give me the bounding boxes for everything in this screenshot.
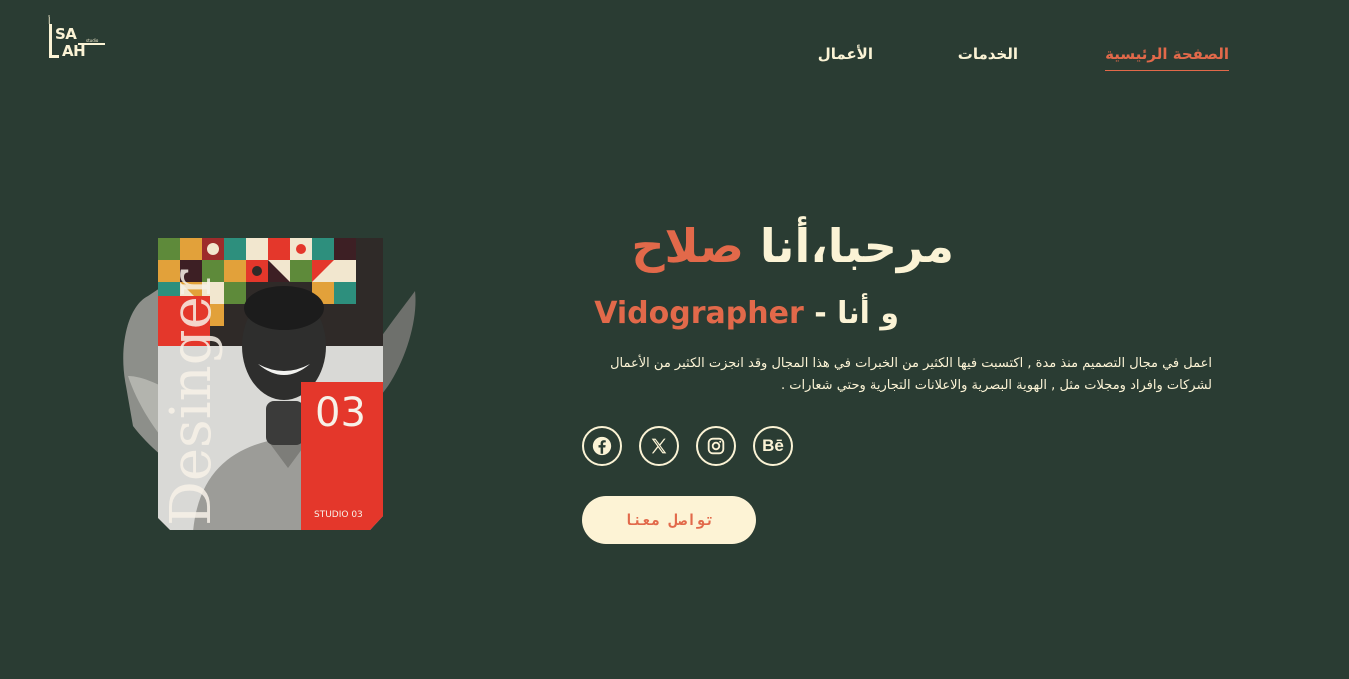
hero-subtitle-role: Vidographer (594, 296, 804, 331)
x-icon (651, 438, 667, 454)
hero-subtitle-prefix: و أنا - (803, 296, 899, 331)
instagram-link[interactable] (696, 426, 736, 466)
poster-studio-label: STUDIO 03 (314, 510, 363, 520)
logo[interactable]: أ SA studio AH (48, 18, 108, 62)
hero-subtitle: و أنا - Vidographer (594, 294, 899, 334)
hero-title: مرحبا،أنا صلاح (631, 216, 954, 276)
logo-text-bottom: AH (62, 42, 86, 60)
poster-vertical-word: Desinger (159, 269, 224, 526)
hero-title-prefix: مرحبا،أنا (759, 219, 954, 273)
facebook-icon (592, 436, 612, 456)
logo-tiny-text: studio (86, 38, 99, 43)
social-links: Bē (582, 426, 793, 466)
nav-works-link[interactable]: الأعمال (818, 45, 873, 71)
logo-foot (49, 55, 59, 58)
hero-bio: اعمل في مجال التصميم منذ مدة , اكتسبت في… (610, 356, 1212, 393)
nav-services-link[interactable]: الخدمات (958, 45, 1018, 71)
hero-title-name: صلاح (631, 219, 744, 273)
behance-link[interactable]: Bē (753, 426, 793, 466)
hero-portrait-image: 03 STUDIO 03 Desinger (123, 238, 416, 530)
logo-bar (49, 24, 52, 58)
instagram-icon (707, 437, 725, 455)
logo-text-top: SA (55, 25, 77, 43)
facebook-link[interactable] (582, 426, 622, 466)
x-link[interactable] (639, 426, 679, 466)
behance-icon: Bē (762, 436, 784, 455)
contact-us-button[interactable]: تواصل معنا (582, 496, 756, 544)
nav-home-link[interactable]: الصفحة الرئيسية (1105, 45, 1229, 71)
poster-number: 03 (315, 390, 366, 436)
